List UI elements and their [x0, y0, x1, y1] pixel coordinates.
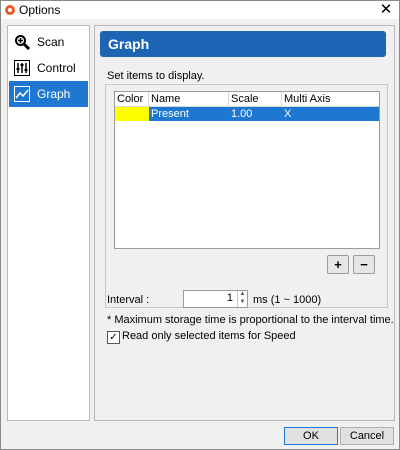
sidebar-item-graph[interactable]: Graph — [9, 81, 88, 107]
items-table: Color Name Scale Multi Axis Present Posi… — [114, 91, 380, 249]
table-cell-multi-axis: X — [284, 108, 292, 120]
column-header-color[interactable]: Color — [115, 92, 149, 106]
app-icon — [5, 5, 15, 15]
items-group: Color Name Scale Multi Axis Present Posi… — [105, 84, 388, 308]
sidebar-item-scan[interactable]: Scan — [9, 29, 88, 55]
sidebar-item-label: Control — [37, 61, 76, 75]
table-cell-name: Present Position — [151, 108, 191, 134]
titlebar: Options ✕ — [1, 1, 399, 19]
spin-down-arrow-icon[interactable]: ▼ — [239, 299, 246, 306]
interval-value[interactable]: 1 — [227, 292, 233, 304]
interval-spinbox[interactable]: 1 ▲ ▼ — [183, 290, 248, 308]
options-dialog: Options ✕ Scan Control Graph Graph Set i… — [0, 0, 400, 450]
minus-icon: − — [360, 257, 368, 272]
read-only-checkbox[interactable]: ✓ — [107, 331, 120, 344]
add-item-button[interactable]: + — [327, 255, 349, 274]
table-header: Color Name Scale Multi Axis — [115, 92, 379, 107]
checkmark-icon: ✓ — [109, 332, 118, 343]
sidebar-item-label: Scan — [37, 35, 65, 49]
spin-buttons: ▲ ▼ — [237, 291, 247, 307]
read-only-checkbox-label[interactable]: Read only selected items for Speed — [122, 330, 296, 342]
table-row[interactable]: Present Position 1.00 X — [115, 107, 379, 134]
magnifier-icon — [13, 33, 31, 51]
chart-icon — [13, 85, 31, 103]
column-header-name[interactable]: Name — [149, 92, 229, 106]
interval-unit: ms (1 ~ 1000) — [253, 294, 322, 306]
window-title: Options — [19, 3, 61, 17]
ok-button[interactable]: OK — [284, 427, 338, 445]
interval-label: Interval : — [107, 294, 150, 306]
section-header: Graph — [100, 31, 386, 57]
plus-icon: + — [334, 257, 342, 272]
remove-item-button[interactable]: − — [353, 255, 375, 274]
interval-note: * Maximum storage time is proportional t… — [107, 314, 394, 326]
content-panel: Graph Set items to display. Color Name S… — [94, 25, 395, 421]
sidebar-item-label: Graph — [37, 87, 71, 101]
table-cell-scale: 1.00 — [231, 108, 253, 120]
close-icon: ✕ — [379, 1, 393, 18]
sliders-icon — [13, 59, 31, 77]
cancel-button[interactable]: Cancel — [340, 427, 394, 445]
spin-up-arrow-icon[interactable]: ▲ — [239, 291, 246, 298]
close-button[interactable]: ✕ — [377, 1, 395, 19]
section-title: Graph — [108, 36, 150, 52]
color-swatch[interactable] — [115, 107, 149, 121]
sidebar-item-control[interactable]: Control — [9, 55, 88, 81]
column-header-scale[interactable]: Scale — [229, 92, 282, 106]
sidebar: Scan Control Graph — [7, 25, 90, 421]
column-header-multi-axis[interactable]: Multi Axis — [282, 92, 379, 106]
instructions-text: Set items to display. — [107, 70, 205, 82]
